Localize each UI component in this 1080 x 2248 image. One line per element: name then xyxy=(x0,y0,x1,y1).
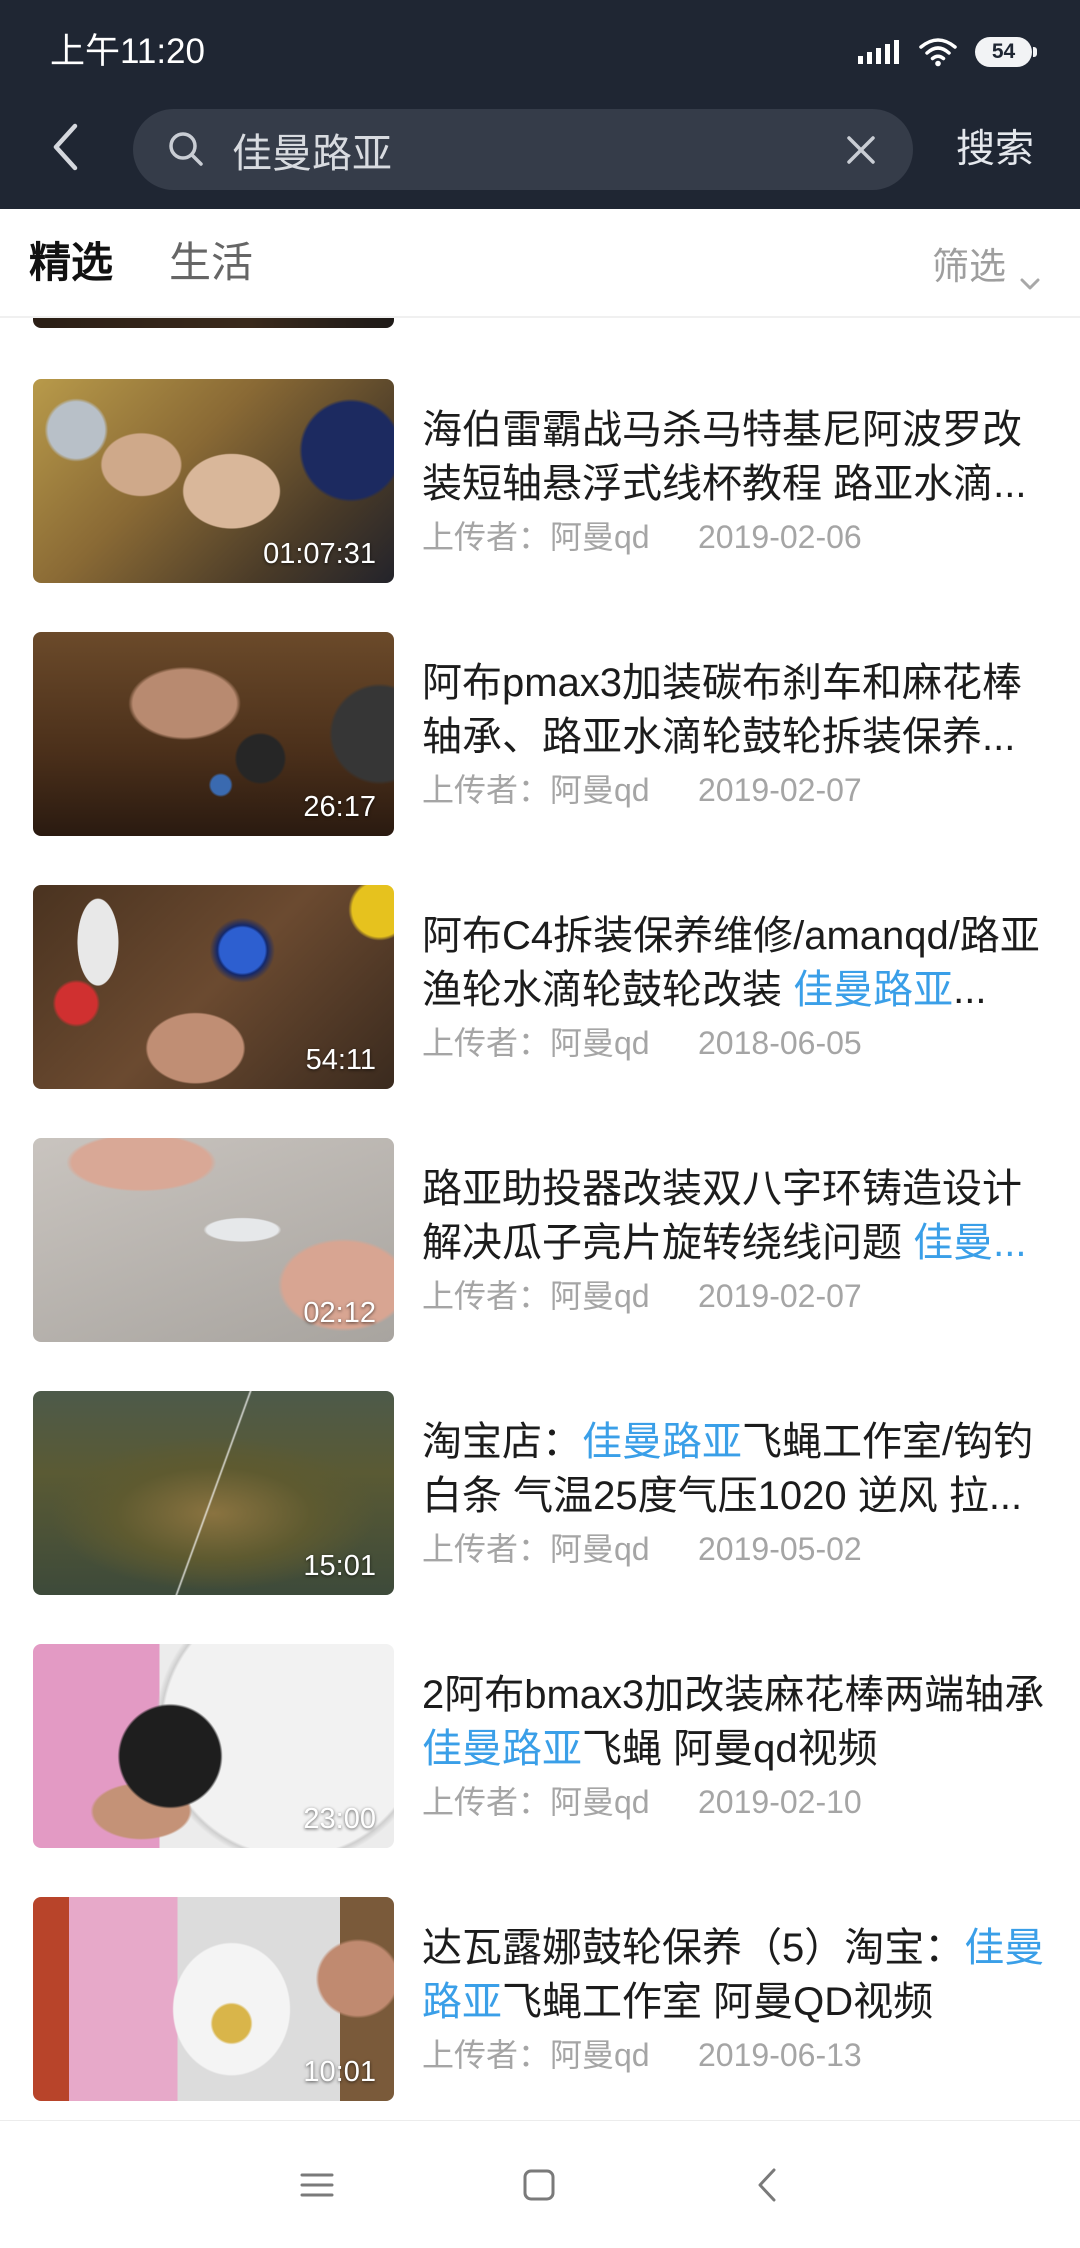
video-title-text: 淘宝店： xyxy=(422,1420,582,1464)
video-date: 2019-02-07 xyxy=(698,1278,862,1314)
battery-icon: 54 xyxy=(975,37,1037,67)
search-input[interactable] xyxy=(232,109,812,190)
video-uploader: 上传者：阿曼qd xyxy=(422,2037,650,2073)
video-duration: 23:00 xyxy=(303,1803,376,1835)
filter-label: 筛选 xyxy=(932,245,1006,287)
video-title[interactable]: 阿布pmax3加装碳布刹车和麻花棒轴承、路亚水滴轮鼓轮拆装保养... xyxy=(422,656,1050,764)
video-duration: 02:12 xyxy=(303,1297,376,1329)
video-uploader: 上传者：阿曼qd xyxy=(422,1025,650,1061)
video-title[interactable]: 路亚助投器改装双八字环铸造设计解决瓜子亮片旋转绕线问题 佳曼... xyxy=(422,1162,1050,1270)
battery-level: 54 xyxy=(975,37,1032,67)
video-thumbnail[interactable]: 26:17 xyxy=(33,632,394,836)
status-time: 上午11:20 xyxy=(50,32,205,71)
signal-icon xyxy=(858,40,900,64)
video-item[interactable]: 54:11 阿布C4拆装保养维修/amanqd/路亚渔轮水滴轮鼓轮改装 佳曼路亚… xyxy=(0,885,1080,1138)
video-title-highlight: 佳曼路亚 xyxy=(422,1727,582,1771)
video-duration: 01:07:31 xyxy=(263,538,376,570)
video-meta: 上传者：阿曼qd 2019-02-10 xyxy=(422,1780,862,1824)
search-results-screen: 上午11:20 54 佳曼路亚 搜索 精选 生活 筛选 01:07:31 海伯雷… xyxy=(0,0,1080,2248)
video-title-text: 海伯雷霸战马杀马特基尼阿波罗改装短轴悬浮式线杯教程 路亚水滴... xyxy=(422,408,1027,506)
back-icon xyxy=(51,122,81,177)
tab-life[interactable]: 生活 xyxy=(169,209,253,316)
video-duration: 15:01 xyxy=(303,1550,376,1582)
video-meta: 上传者：阿曼qd 2019-02-07 xyxy=(422,1274,862,1318)
video-list: 01:07:31 海伯雷霸战马杀马特基尼阿波罗改装短轴悬浮式线杯教程 路亚水滴.… xyxy=(0,379,1080,2150)
search-icon xyxy=(166,129,206,169)
tab-bar: 精选 生活 筛选 xyxy=(0,209,1080,318)
partial-video-thumbnail[interactable] xyxy=(33,318,394,328)
video-meta: 上传者：阿曼qd 2018-06-05 xyxy=(422,1021,862,1065)
video-title[interactable]: 淘宝店：佳曼路亚飞蝇工作室/钩钓白条 气温25度气压1020 逆风 拉... xyxy=(422,1415,1050,1523)
video-item[interactable]: 10:01 达瓦露娜鼓轮保养（5）淘宝：佳曼路亚飞蝇工作室 阿曼QD视频 上传者… xyxy=(0,1897,1080,2150)
video-meta: 上传者：阿曼qd 2019-05-02 xyxy=(422,1527,862,1571)
system-nav-bar xyxy=(0,2120,1080,2248)
video-item[interactable]: 02:12 路亚助投器改装双八字环铸造设计解决瓜子亮片旋转绕线问题 佳曼... … xyxy=(0,1138,1080,1391)
video-uploader: 上传者：阿曼qd xyxy=(422,1784,650,1820)
video-uploader: 上传者：阿曼qd xyxy=(422,1278,650,1314)
tab-featured[interactable]: 精选 xyxy=(29,209,113,316)
video-item[interactable]: 23:00 2阿布bmax3加改装麻花棒两端轴承 佳曼路亚飞蝇 阿曼qd视频 上… xyxy=(0,1644,1080,1897)
video-date: 2018-06-05 xyxy=(698,1025,862,1061)
video-uploader: 上传者：阿曼qd xyxy=(422,519,650,555)
video-title-text: ... xyxy=(953,968,987,1012)
wifi-icon xyxy=(918,37,958,67)
video-meta: 上传者：阿曼qd 2019-02-06 xyxy=(422,515,862,559)
video-thumbnail[interactable]: 54:11 xyxy=(33,885,394,1089)
video-duration: 10:01 xyxy=(303,2056,376,2088)
filter-button[interactable]: 筛选 xyxy=(932,209,1040,316)
video-duration: 54:11 xyxy=(305,1044,376,1076)
video-title-highlight: 佳曼路亚 xyxy=(582,1420,742,1464)
video-duration: 26:17 xyxy=(303,791,376,823)
video-title-text: 达瓦露娜鼓轮保养（5）淘宝： xyxy=(422,1926,965,1970)
video-thumbnail[interactable]: 01:07:31 xyxy=(33,379,394,583)
close-icon[interactable] xyxy=(845,134,877,166)
home-icon[interactable] xyxy=(519,2165,559,2205)
video-item[interactable]: 01:07:31 海伯雷霸战马杀马特基尼阿波罗改装短轴悬浮式线杯教程 路亚水滴.… xyxy=(0,379,1080,632)
video-uploader: 上传者：阿曼qd xyxy=(422,1531,650,1567)
chevron-down-icon xyxy=(1020,257,1040,289)
video-meta: 上传者：阿曼qd 2019-06-13 xyxy=(422,2033,862,2077)
video-date: 2019-02-07 xyxy=(698,772,862,808)
menu-icon[interactable] xyxy=(297,2165,337,2205)
video-title[interactable]: 阿布C4拆装保养维修/amanqd/路亚渔轮水滴轮鼓轮改装 佳曼路亚... xyxy=(422,909,1050,1017)
video-thumbnail[interactable]: 15:01 xyxy=(33,1391,394,1595)
back-button[interactable] xyxy=(46,119,86,179)
video-title-highlight: 佳曼... xyxy=(913,1221,1027,1265)
video-date: 2019-02-06 xyxy=(698,519,862,555)
search-button[interactable]: 搜索 xyxy=(950,109,1040,190)
video-title-text: 阿布pmax3加装碳布刹车和麻花棒轴承、路亚水滴轮鼓轮拆装保养... xyxy=(422,661,1023,759)
video-thumbnail[interactable]: 10:01 xyxy=(33,1897,394,2101)
video-item[interactable]: 15:01 淘宝店：佳曼路亚飞蝇工作室/钩钓白条 气温25度气压1020 逆风 … xyxy=(0,1391,1080,1644)
video-date: 2019-06-13 xyxy=(698,2037,862,2073)
video-title[interactable]: 2阿布bmax3加改装麻花棒两端轴承 佳曼路亚飞蝇 阿曼qd视频 xyxy=(422,1668,1050,1776)
video-title-highlight: 佳曼路亚 xyxy=(793,968,954,1012)
search-bar[interactable] xyxy=(133,109,913,190)
video-title-text: 飞蝇 阿曼qd视频 xyxy=(582,1727,878,1771)
video-date: 2019-05-02 xyxy=(698,1531,862,1567)
app-header: 上午11:20 54 佳曼路亚 搜索 xyxy=(0,0,1080,209)
video-item[interactable]: 26:17 阿布pmax3加装碳布刹车和麻花棒轴承、路亚水滴轮鼓轮拆装保养...… xyxy=(0,632,1080,885)
video-title[interactable]: 达瓦露娜鼓轮保养（5）淘宝：佳曼路亚飞蝇工作室 阿曼QD视频 xyxy=(422,1921,1050,2029)
video-title[interactable]: 海伯雷霸战马杀马特基尼阿波罗改装短轴悬浮式线杯教程 路亚水滴... xyxy=(422,403,1050,511)
video-title-text: 飞蝇工作室 阿曼QD视频 xyxy=(502,1980,934,2024)
video-meta: 上传者：阿曼qd 2019-02-07 xyxy=(422,768,862,812)
back-icon[interactable] xyxy=(747,2165,787,2205)
video-uploader: 上传者：阿曼qd xyxy=(422,772,650,808)
video-thumbnail[interactable]: 02:12 xyxy=(33,1138,394,1342)
video-thumbnail[interactable]: 23:00 xyxy=(33,1644,394,1848)
video-title-text: 2阿布bmax3加改装麻花棒两端轴承 xyxy=(422,1673,1045,1717)
video-date: 2019-02-10 xyxy=(698,1784,862,1820)
